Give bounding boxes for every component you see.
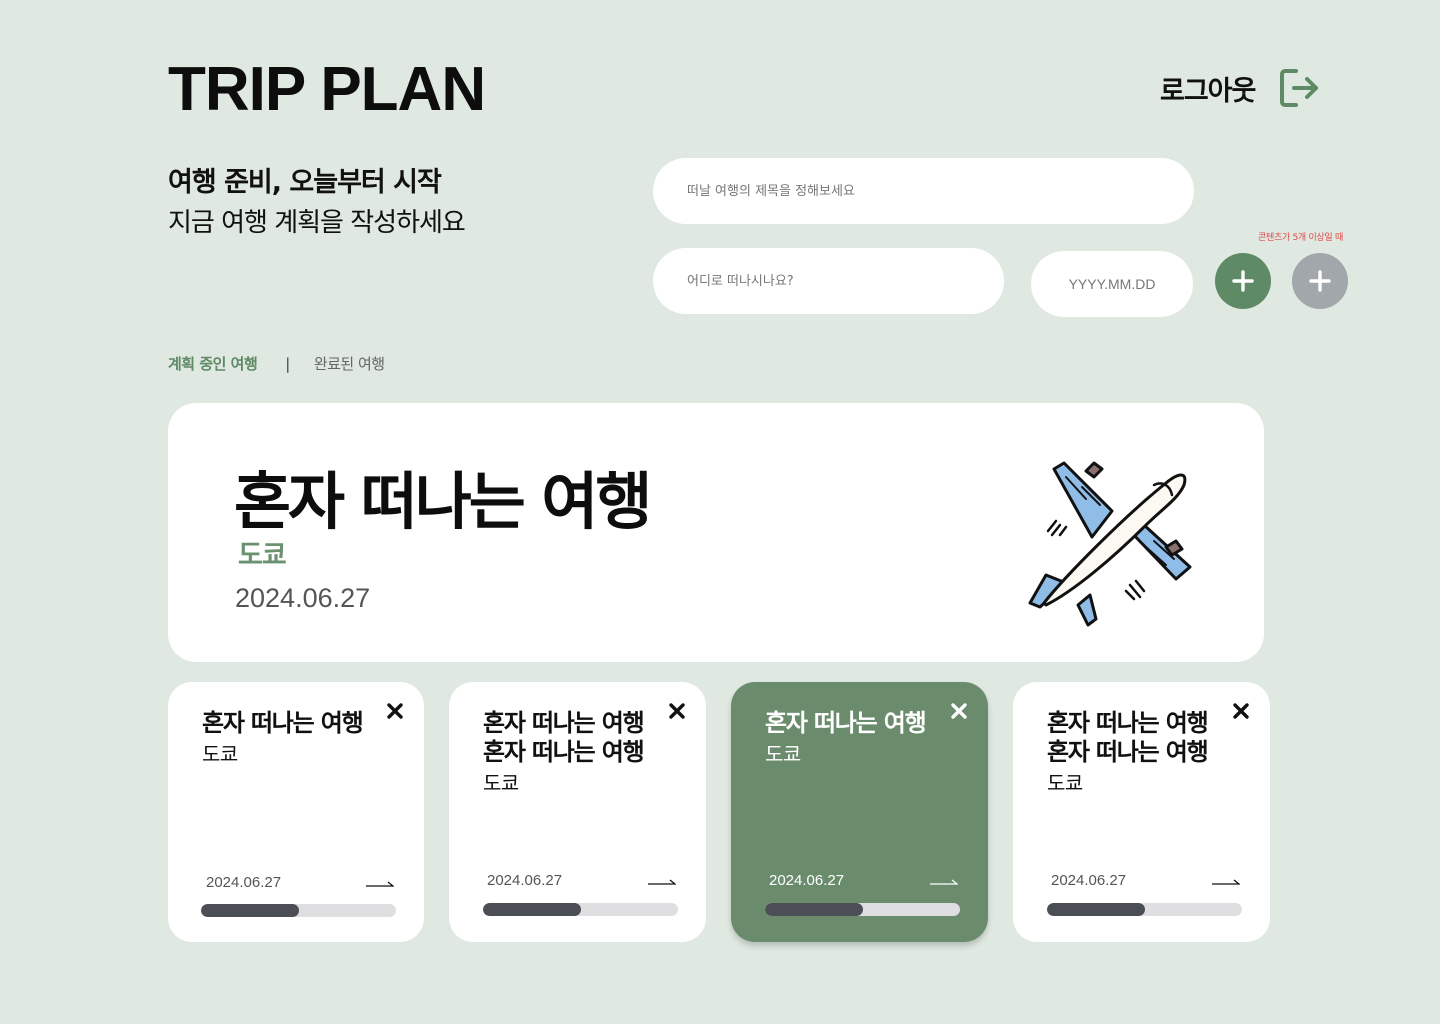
progress-bar bbox=[1047, 903, 1242, 916]
close-icon[interactable] bbox=[1232, 702, 1250, 720]
limit-warning: 콘텐츠가 5개 이상일 때 bbox=[1258, 233, 1343, 243]
trip-card-title: 혼자 떠나는 여행 bbox=[483, 709, 645, 737]
progress-bar bbox=[201, 904, 396, 917]
trip-tabs: 계획 중인 여행 | 완료된 여행 bbox=[168, 353, 385, 374]
intro-subline: 지금 여행 계획을 작성하세요 bbox=[168, 208, 466, 238]
trip-card-date: 2024.06.27 bbox=[1051, 872, 1127, 889]
trip-card-destination: 도쿄 bbox=[765, 742, 801, 766]
trip-card-destination: 도쿄 bbox=[202, 742, 238, 766]
date-input[interactable] bbox=[1031, 251, 1193, 317]
featured-trip-card[interactable]: 혼자 떠나는 여행 도쿄 2024.06.27 bbox=[168, 403, 1264, 662]
trip-card-title: 혼자 떠나는 여행 bbox=[1047, 709, 1209, 737]
progress-bar bbox=[765, 903, 960, 916]
progress-fill bbox=[483, 903, 581, 916]
trip-card-date: 2024.06.27 bbox=[206, 874, 282, 891]
featured-trip-date: 2024.06.27 bbox=[235, 583, 371, 613]
trip-card-destination: 도쿄 bbox=[1047, 771, 1083, 795]
featured-trip-destination: 도쿄 bbox=[238, 540, 287, 571]
trip-card[interactable]: 혼자 떠나는 여행 혼자 떠나는 여행 도쿄 2024.06.27 bbox=[1013, 682, 1270, 942]
trip-card-text: 혼자 떠나는 여행 혼자 떠나는 여행 도쿄 bbox=[483, 709, 645, 798]
trip-card[interactable]: 혼자 떠나는 여행 혼자 떠나는 여행 도쿄 2024.06.27 bbox=[449, 682, 706, 942]
plus-icon bbox=[1309, 270, 1331, 292]
trip-card-destination: 도쿄 bbox=[483, 771, 519, 795]
logout-icon bbox=[1280, 69, 1319, 107]
trip-card-title: 혼자 떠나는 여행 bbox=[765, 709, 927, 737]
add-trip-button-disabled[interactable] bbox=[1292, 253, 1348, 309]
progress-bar bbox=[483, 903, 678, 916]
arrow-right-icon[interactable] bbox=[648, 878, 676, 886]
trip-card-text: 혼자 떠나는 여행 도쿄 bbox=[765, 709, 927, 769]
tab-completed[interactable]: 완료된 여행 bbox=[314, 353, 385, 374]
app-title: TRIP PLAN bbox=[168, 55, 486, 124]
page: TRIP PLAN 로그아웃 여행 준비, 오늘부터 시작 지금 여행 계획을 … bbox=[0, 0, 1440, 1024]
add-trip-button[interactable] bbox=[1215, 253, 1271, 309]
tab-planning[interactable]: 계획 중인 여행 bbox=[168, 353, 258, 374]
close-icon[interactable] bbox=[950, 702, 968, 720]
trip-card-title-line2: 혼자 떠나는 여행 bbox=[1047, 738, 1209, 766]
trip-card-text: 혼자 떠나는 여행 도쿄 bbox=[202, 709, 364, 769]
trip-title-input[interactable] bbox=[653, 158, 1194, 224]
trip-card-title-line2: 혼자 떠나는 여행 bbox=[483, 738, 645, 766]
arrow-right-icon[interactable] bbox=[930, 878, 958, 886]
airplane-icon bbox=[1028, 461, 1192, 627]
arrow-right-icon[interactable] bbox=[366, 880, 394, 888]
progress-fill bbox=[765, 903, 863, 916]
plus-icon bbox=[1232, 270, 1254, 292]
trip-card-selected[interactable]: 혼자 떠나는 여행 도쿄 2024.06.27 bbox=[731, 682, 988, 942]
tab-separator: | bbox=[285, 354, 290, 373]
arrow-right-icon[interactable] bbox=[1212, 878, 1240, 886]
intro-headline: 여행 준비, 오늘부터 시작 bbox=[168, 167, 442, 198]
trip-card-title: 혼자 떠나는 여행 bbox=[202, 709, 364, 737]
destination-input[interactable] bbox=[653, 248, 1004, 314]
featured-trip-title: 혼자 떠나는 여행 bbox=[234, 465, 652, 538]
trip-card-text: 혼자 떠나는 여행 혼자 떠나는 여행 도쿄 bbox=[1047, 709, 1209, 798]
trip-card-date: 2024.06.27 bbox=[769, 872, 845, 889]
trip-card-date: 2024.06.27 bbox=[487, 872, 563, 889]
logout-button[interactable]: 로그아웃 bbox=[1160, 66, 1321, 110]
progress-fill bbox=[201, 904, 299, 917]
trip-card[interactable]: 혼자 떠나는 여행 도쿄 2024.06.27 bbox=[168, 682, 424, 942]
close-icon[interactable] bbox=[668, 702, 686, 720]
close-icon[interactable] bbox=[386, 702, 404, 720]
logout-label: 로그아웃 bbox=[1160, 75, 1256, 107]
progress-fill bbox=[1047, 903, 1145, 916]
